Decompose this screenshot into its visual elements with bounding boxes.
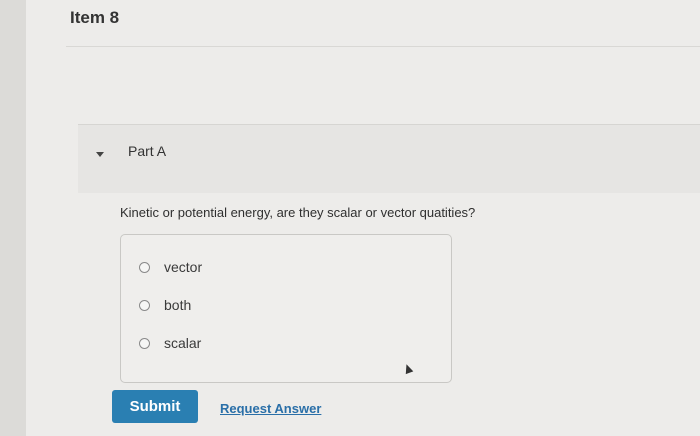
item-page: Item 8 Part A Kinetic or potential energ… (26, 0, 700, 436)
option-label: scalar (164, 335, 202, 351)
option-vector[interactable]: vector (139, 258, 202, 276)
item-title: Item 8 (70, 8, 120, 27)
answer-options: vector both scalar (120, 234, 452, 383)
collapse-caret-icon[interactable] (96, 152, 104, 157)
part-a-header[interactable]: Part A (78, 124, 700, 193)
radio-button[interactable] (139, 261, 150, 273)
divider (66, 46, 700, 47)
submit-button[interactable]: Submit (112, 390, 198, 423)
left-gutter (0, 0, 26, 436)
option-scalar[interactable]: scalar (139, 334, 201, 352)
part-label: Part A (128, 143, 167, 159)
option-both[interactable]: both (139, 296, 191, 314)
radio-button[interactable] (139, 299, 150, 311)
option-label: both (164, 297, 192, 313)
radio-button[interactable] (139, 337, 150, 349)
request-answer-link[interactable]: Request Answer (220, 401, 321, 416)
question-text: Kinetic or potential energy, are they sc… (120, 205, 476, 220)
option-label: vector (164, 259, 203, 275)
